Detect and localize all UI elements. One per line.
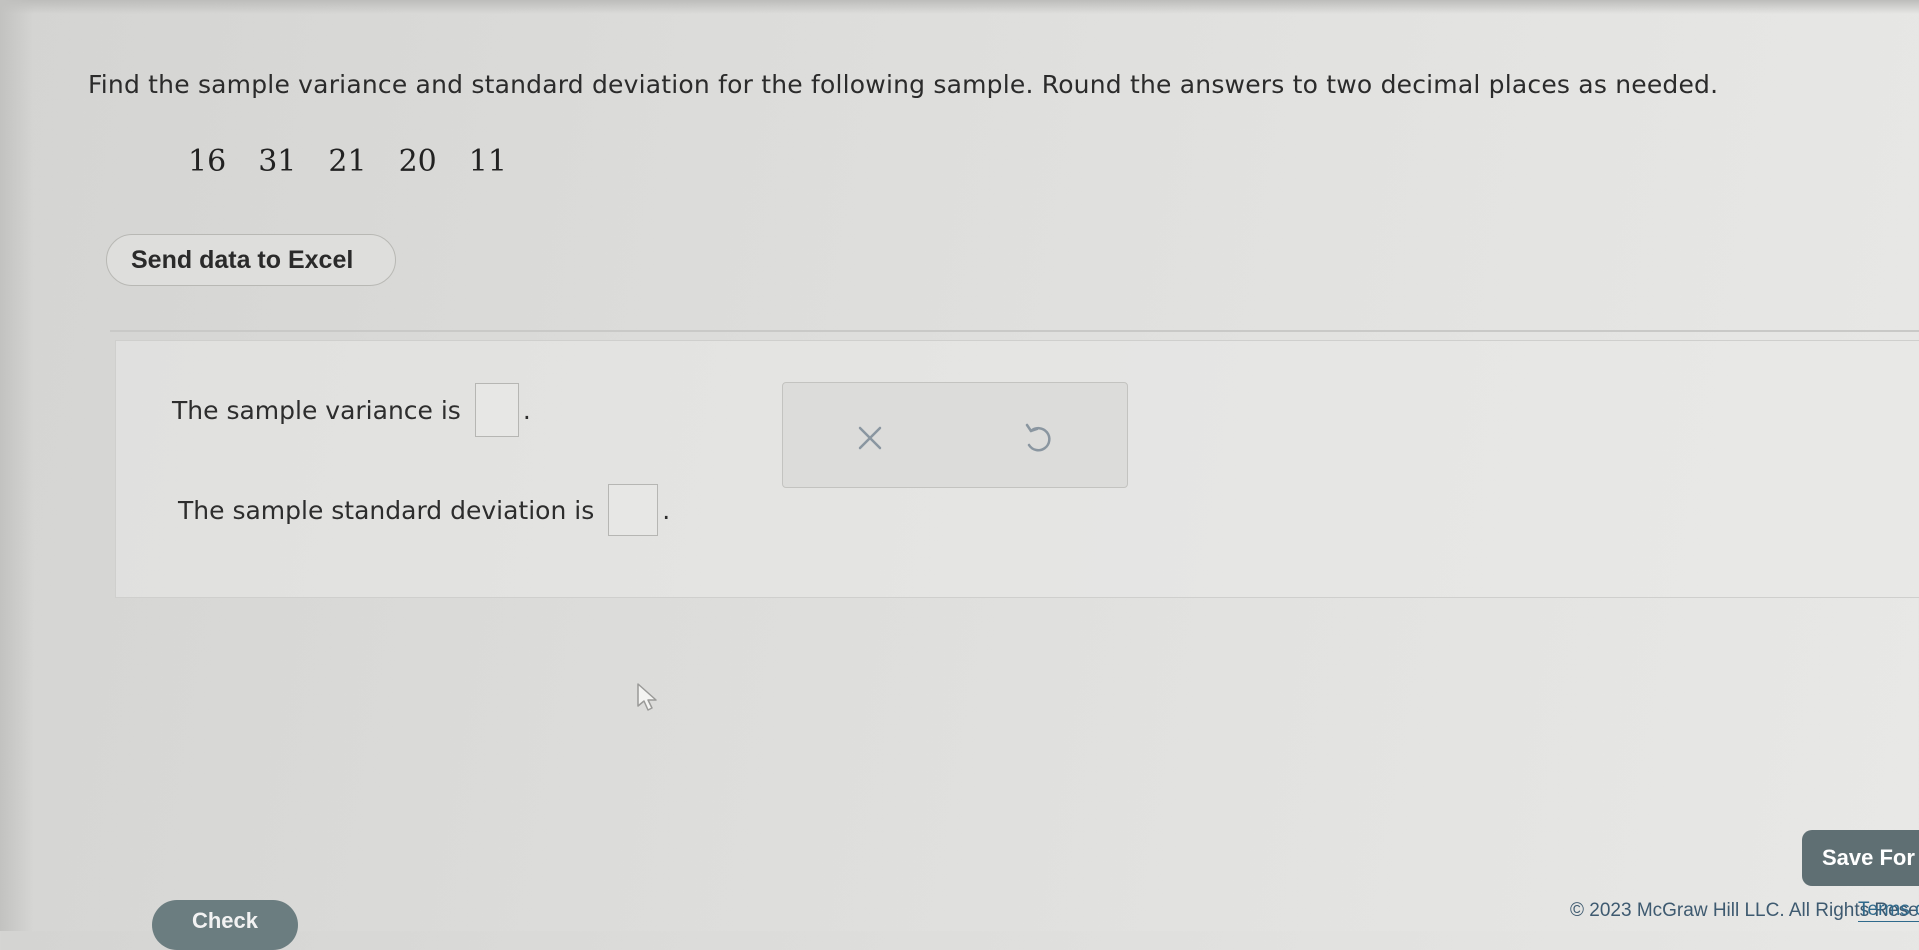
sample-value: 11 [468,144,507,179]
answer-tools-panel [782,382,1128,488]
sample-data-row: 16 31 21 20 11 [188,144,507,179]
variance-input[interactable] [474,383,519,437]
sample-value: 16 [188,144,227,179]
sample-value: 31 [258,144,297,179]
mouse-cursor-icon [637,683,657,711]
variance-answer-row: The sample variance is . [172,383,531,437]
undo-button[interactable] [1008,412,1068,464]
send-data-to-excel-button[interactable]: Send data to Excel [106,234,396,286]
sample-value: 21 [328,144,367,179]
variance-label: The sample variance is [172,395,461,425]
check-answer-button[interactable]: Check [152,900,298,950]
undo-icon [1025,423,1051,452]
sample-value: 20 [398,144,437,179]
close-x-icon [858,426,882,450]
save-for-later-button[interactable]: Save For [1802,830,1919,886]
std-dev-input[interactable] [608,484,659,536]
section-divider [110,330,1919,332]
std-dev-answer-row: The sample standard deviation is . [178,484,670,536]
terms-link[interactable]: Terms o [1858,899,1919,922]
period: . [662,495,671,525]
period: . [522,395,531,425]
left-edge-shadow [0,0,34,931]
std-dev-label: The sample standard deviation is [178,495,595,525]
top-shadow [0,0,1919,14]
question-prompt: Find the sample variance and standard de… [88,70,1719,99]
clear-answer-button[interactable] [840,412,900,464]
